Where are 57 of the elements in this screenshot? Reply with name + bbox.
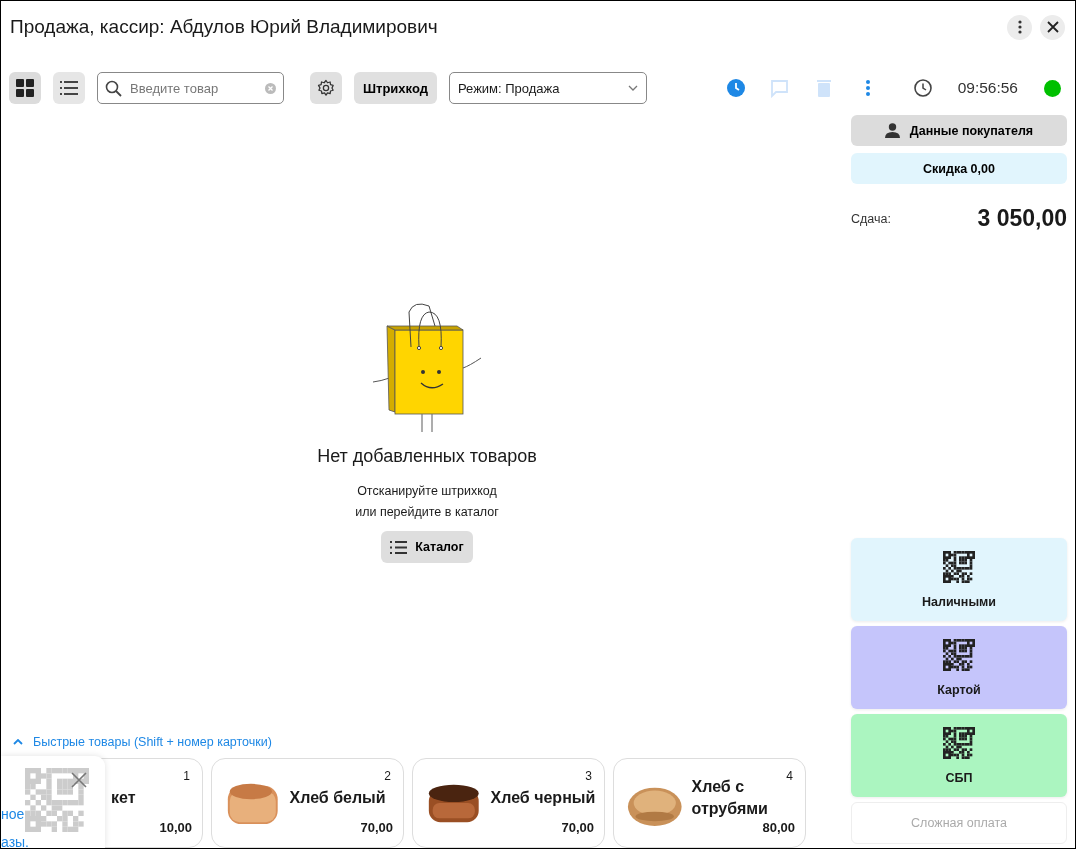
empty-title: Нет добавленных товаров	[317, 446, 537, 467]
qr-code-icon	[25, 768, 89, 832]
payment-button[interactable]: Наличными	[851, 538, 1067, 621]
close-icon	[1046, 21, 1059, 33]
clock-icon	[913, 79, 932, 97]
qr-code-icon	[943, 550, 975, 583]
discount-button[interactable]: Скидка 0,00	[851, 153, 1067, 184]
settings-icon	[317, 79, 335, 97]
empty-hint: Отсканируйте штрихкод или перейдите в каталог	[355, 483, 499, 521]
product-name: Хлеб с отрубями	[691, 777, 769, 819]
card-number: 1	[183, 769, 190, 783]
more-icon	[865, 80, 870, 96]
catalog-button[interactable]: Каталог	[381, 531, 473, 563]
product-price: 10,00	[159, 820, 192, 835]
settings-button[interactable]	[310, 72, 342, 104]
trash-icon	[816, 79, 831, 97]
payment-button[interactable]: СБП	[851, 714, 1067, 797]
product-card[interactable]: 3 Хлеб черный 70,00	[412, 758, 605, 848]
product-name: Хлеб белый	[289, 788, 387, 808]
clock-time: 09:56:56	[957, 79, 1018, 97]
product-name: Хлеб черный	[490, 788, 596, 808]
search-field[interactable]: Введите товар	[97, 72, 284, 104]
product-price: 70,00	[561, 820, 594, 835]
product-name: кет	[111, 788, 137, 808]
product-price: 80,00	[762, 820, 795, 835]
grid-icon	[16, 79, 34, 97]
mode-dropdown[interactable]: Режим: Продажа	[448, 72, 647, 104]
chevron-up-icon	[13, 739, 23, 745]
card-number: 4	[786, 769, 793, 783]
more-icon	[1017, 20, 1022, 34]
more-button[interactable]	[1007, 14, 1032, 40]
clear-icon[interactable]	[265, 83, 276, 94]
card-number: 2	[384, 769, 391, 783]
list-icon	[390, 540, 408, 554]
customer-button[interactable]: Данные покупателя	[851, 115, 1067, 146]
change-value: 3 050,00	[977, 205, 1067, 232]
product-price: 70,00	[360, 820, 393, 835]
quick-goods-toggle[interactable]: Быстрые товары (Shift + номер карточки)	[9, 730, 278, 754]
payment-button[interactable]: Картой	[851, 626, 1067, 709]
change-label: Сдача:	[851, 211, 891, 226]
chevron-down-icon	[627, 85, 638, 91]
card-number: 3	[585, 769, 592, 783]
product-card[interactable]: 2 Хлеб белый 70,00	[211, 758, 404, 848]
comment-icon	[770, 78, 790, 98]
list-icon	[60, 81, 78, 95]
search-icon	[105, 80, 122, 97]
qr-code-icon	[943, 726, 975, 759]
window-title: Продажа, кассир: Абдулов Юрий Владимирович	[10, 16, 439, 38]
clock-icon	[726, 79, 745, 97]
qr-code-icon	[943, 638, 975, 671]
person-icon	[884, 123, 900, 138]
grid-view-button[interactable]	[9, 72, 41, 104]
barcode-button[interactable]: Штрихкод	[354, 72, 437, 104]
close-icon[interactable]	[71, 772, 87, 788]
list-view-button[interactable]	[53, 72, 85, 104]
product-card[interactable]: 4 Хлеб с отрубями 80,00	[613, 758, 806, 848]
close-button[interactable]	[1040, 14, 1065, 40]
